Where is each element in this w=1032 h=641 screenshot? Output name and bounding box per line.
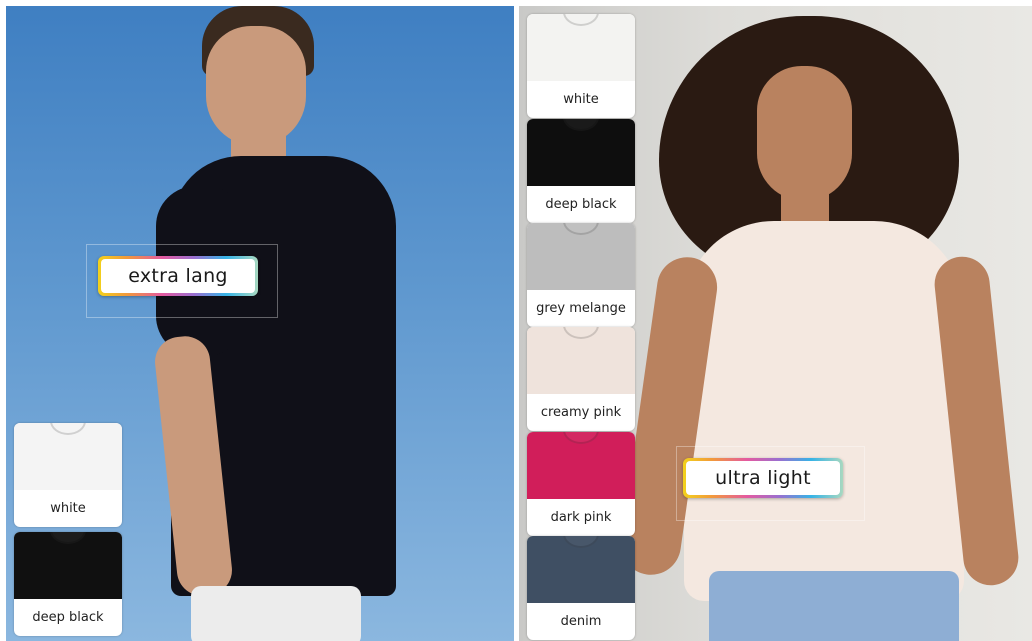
swatch-label: denim [560,614,602,629]
extra-lang-badge-text: extra lang [101,259,255,293]
extra-lang-badge: extra lang [98,256,258,296]
tshirt-thumbnail [527,14,635,81]
swatch-white-right[interactable]: white [527,14,635,118]
swatch-white-left[interactable]: white [14,423,122,527]
tshirt-thumbnail [14,423,122,490]
tshirt-thumbnail [527,536,635,603]
tshirt-thumbnail [527,432,635,499]
tshirt-thumbnail [527,119,635,186]
swatch-label: deep black [545,197,617,212]
swatch-creamy-pink[interactable]: creamy pink [527,327,635,431]
tshirt-thumbnail [527,223,635,290]
tshirt-thumbnail [527,327,635,394]
swatch-deep-black-left[interactable]: deep black [14,532,122,636]
swatch-label: dark pink [550,510,612,525]
swatch-label: grey melange [536,301,626,316]
swatch-deep-black-right[interactable]: deep black [527,119,635,223]
swatch-grey-melange[interactable]: grey melange [527,223,635,327]
swatch-label: deep black [32,610,104,625]
ultra-light-badge-text: ultra light [686,461,840,495]
swatch-denim[interactable]: denim [527,536,635,640]
left-product-photo: extra lang white deep black [6,6,514,641]
right-product-photo: ultra light white deep black grey melang… [519,6,1032,641]
ultra-light-badge: ultra light [683,458,843,498]
tshirt-thumbnail [14,532,122,599]
swatch-label: white [563,92,599,107]
swatch-dark-pink[interactable]: dark pink [527,432,635,536]
swatch-label: white [50,501,86,516]
swatch-label: creamy pink [540,405,622,420]
